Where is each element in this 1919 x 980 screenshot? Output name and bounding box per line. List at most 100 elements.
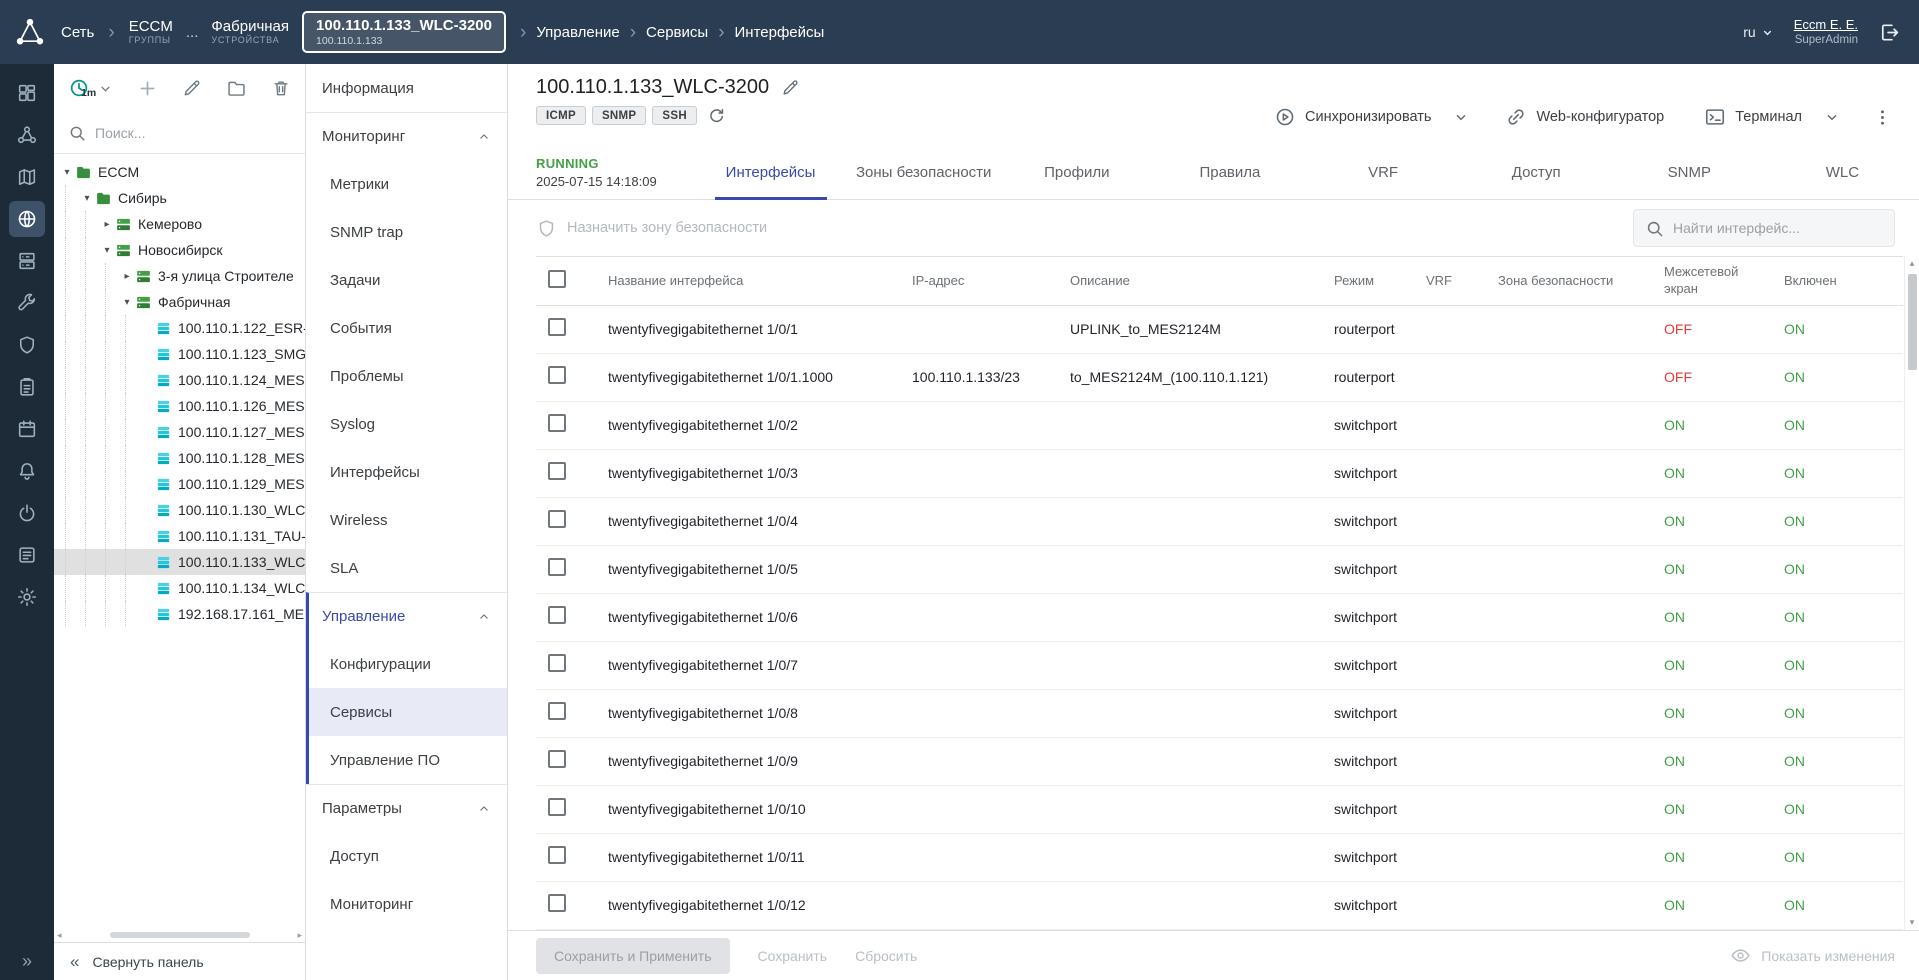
scroll-thumb[interactable] (109, 932, 250, 938)
menu-item-access[interactable]: Доступ (306, 832, 507, 880)
table-row[interactable]: twentyfivegigabitethernet 1/0/1 UPLINK_to… (536, 306, 1903, 354)
add-node-button[interactable] (137, 78, 158, 99)
breadcrumb-devices-group[interactable]: Фабричная УСТРОЙСТВА (211, 18, 289, 46)
scroll-up-arrow[interactable]: ▴ (1905, 258, 1919, 269)
table-row[interactable]: twentyfivegigabitethernet 1/0/12 switchpo… (536, 882, 1903, 930)
reset-button[interactable]: Сбросить (855, 948, 917, 964)
tab-access[interactable]: Доступ (1460, 146, 1613, 199)
tab-security-zones[interactable]: Зоны безопасности (847, 146, 1000, 199)
tree-collapse-caret[interactable]: ▾ (80, 193, 94, 204)
tree-collapse-caret[interactable]: ▾ (60, 167, 74, 178)
tree-node[interactable]: ▸ Кемерово (54, 211, 305, 237)
tree-node[interactable]: ▸ 3-я улица Строителе (54, 263, 305, 289)
rail-item-dashboard[interactable] (0, 72, 54, 114)
logout-icon[interactable] (1878, 21, 1901, 44)
tree-node[interactable]: 192.168.17.161_MES (54, 601, 305, 627)
tree-node[interactable]: 100.110.1.128_MES52 (54, 445, 305, 471)
menu-item-configurations[interactable]: Конфигурации (306, 640, 507, 688)
group-node-button[interactable] (226, 78, 247, 99)
show-changes-button[interactable]: Показать изменения (1730, 945, 1895, 966)
tree-node[interactable]: 100.110.1.133_WLC (54, 549, 305, 575)
menu-item-snmp-trap[interactable]: SNMP trap (306, 208, 507, 256)
user-menu[interactable]: Eccm E. E. SuperAdmin (1794, 17, 1858, 48)
tree-expand-caret[interactable]: ▸ (100, 219, 114, 230)
rail-item-map[interactable] (0, 156, 54, 198)
row-checkbox[interactable] (548, 750, 566, 769)
menu-item-wireless[interactable]: Wireless (306, 496, 507, 544)
breadcrumb-group[interactable]: ECCM ГРУППЫ (129, 18, 173, 46)
row-checkbox[interactable] (548, 606, 566, 625)
menu-item-management[interactable]: Управление (306, 592, 507, 640)
tree-node[interactable]: 100.110.1.134_WLC- (54, 575, 305, 601)
tree-node[interactable]: ▾ Сибирь (54, 185, 305, 211)
edit-node-button[interactable] (182, 78, 202, 98)
tree-node[interactable]: 100.110.1.124_MES2 (54, 367, 305, 393)
collapse-panel-button[interactable]: « Свернуть панель (54, 942, 305, 980)
row-checkbox[interactable] (548, 558, 566, 577)
rail-item-calendar[interactable] (0, 408, 54, 450)
tree-node[interactable]: ▾ ECCM (54, 159, 305, 185)
tab-profiles[interactable]: Профили (1000, 146, 1153, 199)
scroll-down-arrow[interactable]: ▾ (1905, 917, 1919, 928)
table-scrollbar[interactable]: ▴ ▾ (1904, 256, 1919, 930)
eltex-logo[interactable] (12, 14, 48, 50)
rail-item-settings[interactable] (0, 576, 54, 618)
menu-item-monitoring-settings[interactable]: Мониторинг (306, 880, 507, 928)
tab-interfaces[interactable]: Интерфейсы (694, 146, 847, 199)
scroll-thumb[interactable] (1908, 274, 1917, 370)
sync-button[interactable]: Синхронизировать (1266, 100, 1439, 134)
row-checkbox[interactable] (548, 510, 566, 529)
select-all-checkbox[interactable] (548, 269, 566, 288)
tab-wlc[interactable]: WLC (1766, 146, 1919, 199)
tab-vrf[interactable]: VRF (1307, 146, 1460, 199)
row-checkbox[interactable] (548, 798, 566, 817)
table-row[interactable]: twentyfivegigabitethernet 1/0/4 switchpor… (536, 498, 1903, 546)
breadcrumb-interfaces[interactable]: Интерфейсы (735, 24, 825, 41)
tree-node[interactable]: ▾ Фабричная (54, 289, 305, 315)
table-row[interactable]: twentyfivegigabitethernet 1/0/2 switchpor… (536, 402, 1903, 450)
breadcrumb-collapsed[interactable]: ... (186, 24, 199, 41)
more-actions-button[interactable] (1868, 101, 1897, 134)
tab-snmp[interactable]: SNMP (1613, 146, 1766, 199)
save-apply-button[interactable]: Сохранить и Применить (536, 937, 730, 974)
rail-item-logs[interactable] (0, 534, 54, 576)
row-checkbox[interactable] (548, 846, 566, 865)
rail-item-topology[interactable] (0, 114, 54, 156)
row-checkbox[interactable] (548, 654, 566, 673)
tree-node[interactable]: 100.110.1.123_SMG- (54, 341, 305, 367)
row-checkbox[interactable] (548, 366, 566, 385)
row-checkbox[interactable] (548, 894, 566, 913)
row-checkbox[interactable] (548, 318, 566, 337)
tree-horizontal-scrollbar[interactable]: ◂ ▸ (54, 928, 305, 942)
rail-item-datacenter[interactable] (0, 240, 54, 282)
menu-item-problems[interactable]: Проблемы (306, 352, 507, 400)
rail-item-security[interactable] (0, 324, 54, 366)
delete-node-button[interactable] (271, 78, 291, 98)
language-selector[interactable]: ru (1743, 24, 1773, 40)
table-row[interactable]: twentyfivegigabitethernet 1/0/1.1000 100.… (536, 354, 1903, 402)
tab-rules[interactable]: Правила (1153, 146, 1306, 199)
rail-item-tasks[interactable] (0, 366, 54, 408)
sync-dropdown-button[interactable] (1449, 103, 1473, 131)
breadcrumb-device-current[interactable]: 100.110.1.133_WLC-3200 100.110.1.133 (302, 10, 506, 54)
menu-item-interfaces[interactable]: Интерфейсы (306, 448, 507, 496)
tree-node[interactable]: 100.110.1.129_MES2 (54, 471, 305, 497)
row-checkbox[interactable] (548, 462, 566, 481)
menu-item-events[interactable]: События (306, 304, 507, 352)
tree-node[interactable]: 100.110.1.131_TAU- (54, 523, 305, 549)
save-button[interactable]: Сохранить (758, 948, 828, 964)
table-row[interactable]: twentyfivegigabitethernet 1/0/11 switchpo… (536, 834, 1903, 882)
table-row[interactable]: twentyfivegigabitethernet 1/0/10 switchpo… (536, 786, 1903, 834)
menu-item-sla[interactable]: SLA (306, 544, 507, 592)
menu-item-metrics[interactable]: Метрики (306, 160, 507, 208)
menu-item-information[interactable]: Информация (306, 64, 507, 112)
terminal-button[interactable]: Терминал (1696, 100, 1810, 134)
web-config-button[interactable]: Web-конфигуратор (1497, 100, 1672, 134)
assign-zone-button[interactable]: Назначить зону безопасности (536, 218, 767, 239)
menu-item-syslog[interactable]: Syslog (306, 400, 507, 448)
tree-node[interactable]: 100.110.1.122_ESR-2 (54, 315, 305, 341)
tree-expand-caret[interactable]: ▸ (120, 271, 134, 282)
tree-node[interactable]: 100.110.1.130_WLC- (54, 497, 305, 523)
menu-item-monitoring[interactable]: Мониторинг (306, 112, 507, 160)
menu-item-parameters[interactable]: Параметры (306, 784, 507, 832)
